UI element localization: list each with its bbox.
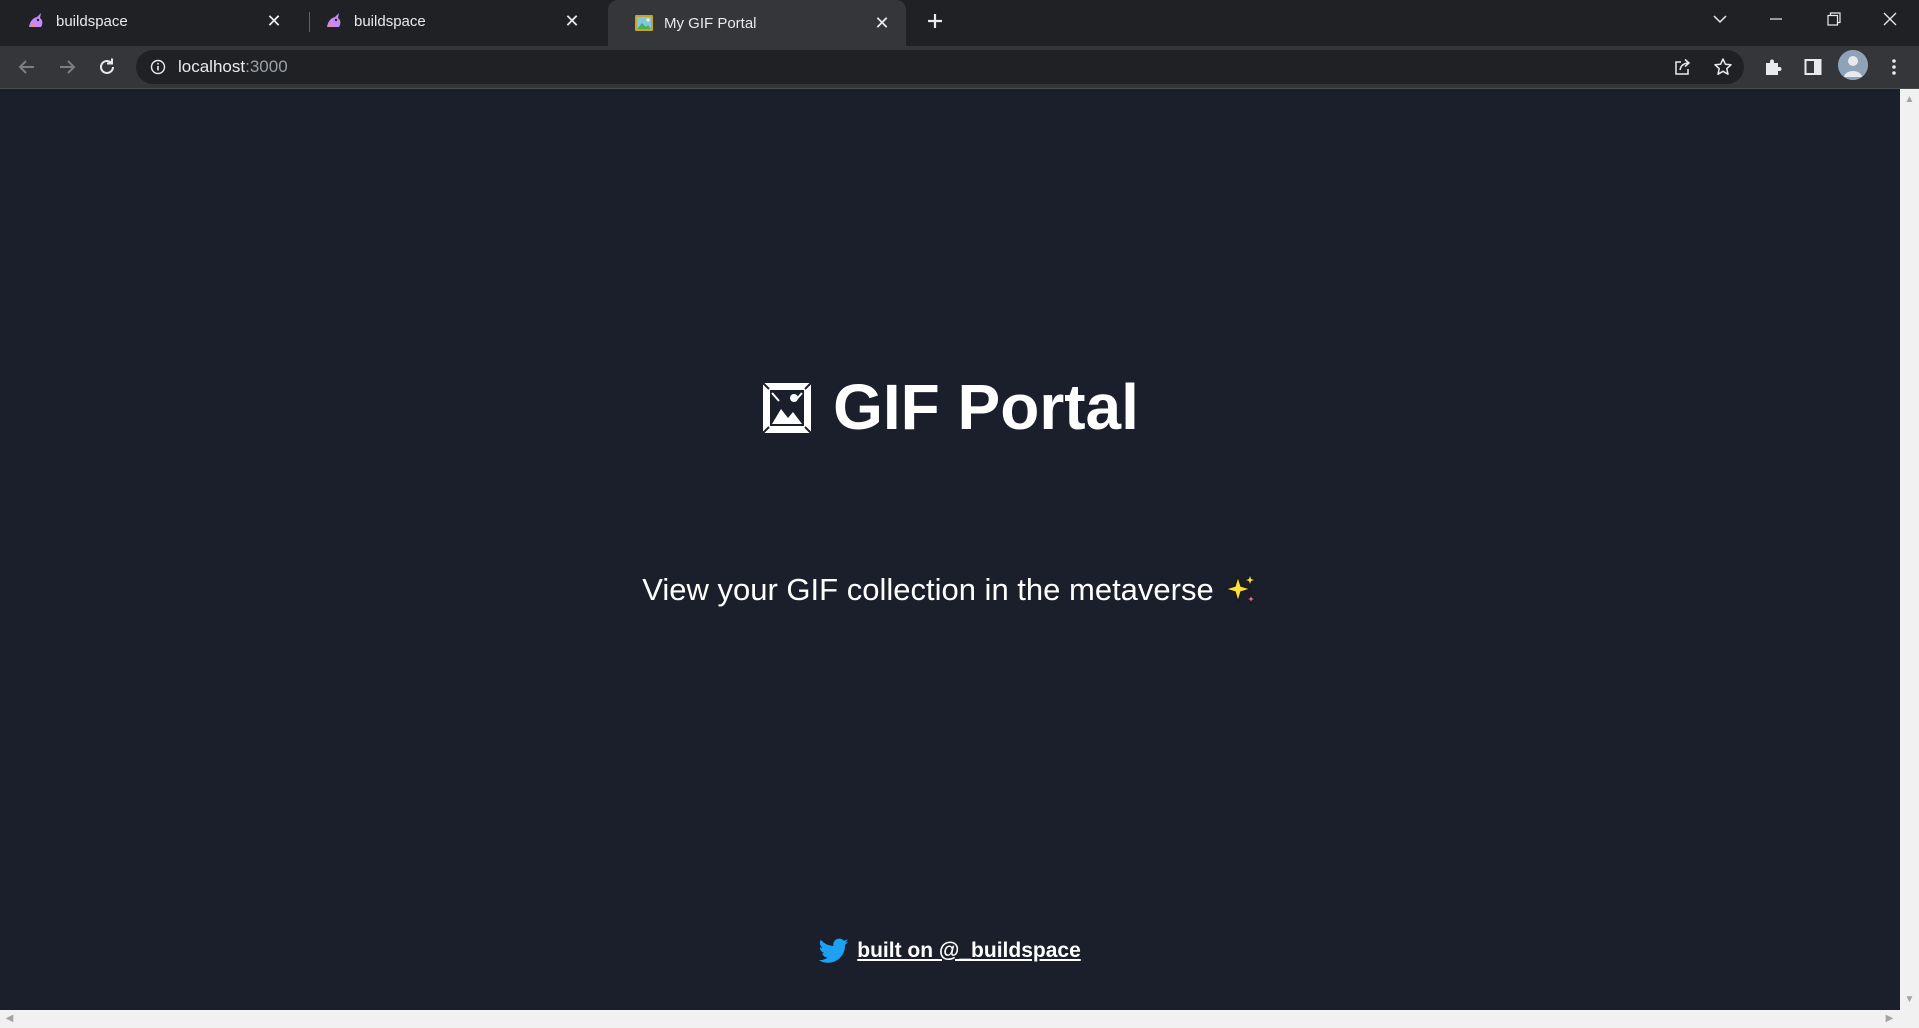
tab-title: buildspace	[354, 12, 426, 30]
close-tab-icon[interactable]: ✕	[562, 11, 582, 31]
page-subtitle: View your GIF collection in the metavers…	[642, 572, 1214, 607]
restore-button[interactable]	[1806, 0, 1862, 38]
unicorn-icon	[26, 11, 46, 31]
tab-strip: buildspace ✕ buildspace ✕ My GIF Portal …	[0, 0, 1919, 46]
info-icon[interactable]	[148, 57, 168, 77]
footer-twitter-link[interactable]: built on @_buildspace	[857, 939, 1081, 963]
chevron-down-icon	[1713, 15, 1727, 24]
vertical-scrollbar[interactable]: ▲ ▼	[1900, 89, 1919, 1010]
browser-window: buildspace ✕ buildspace ✕ My GIF Portal …	[0, 0, 1919, 1028]
restore-icon	[1827, 12, 1841, 26]
close-tab-icon[interactable]: ✕	[264, 11, 284, 31]
url-text: localhost:3000	[178, 57, 288, 77]
tab-my-gif-portal[interactable]: My GIF Portal ✕	[608, 0, 906, 46]
forward-button[interactable]	[51, 51, 83, 83]
tab-search-button[interactable]	[1692, 0, 1748, 38]
minimize-button[interactable]	[1748, 0, 1804, 38]
avatar-icon	[1838, 50, 1868, 80]
more-vert-icon	[1892, 59, 1896, 75]
arrow-left-icon	[18, 60, 34, 74]
horizontal-scrollbar[interactable]: ◀ ▶	[0, 1010, 1919, 1028]
plus-icon	[928, 14, 942, 28]
star-icon	[1714, 58, 1732, 75]
back-button[interactable]	[11, 51, 43, 83]
page-subtitle-row: View your GIF collection in the metavers…	[0, 572, 1900, 608]
bookmark-button[interactable]	[1707, 51, 1739, 83]
scroll-left-icon[interactable]: ◀	[1, 1010, 18, 1027]
close-tab-icon[interactable]: ✕	[872, 13, 892, 33]
scroll-down-icon[interactable]: ▼	[1901, 991, 1918, 1008]
side-panel-button[interactable]	[1797, 51, 1829, 83]
profile-avatar[interactable]	[1838, 50, 1868, 80]
framed-picture-icon	[634, 13, 654, 33]
tab-title: My GIF Portal	[664, 14, 757, 32]
sparkles-icon	[1223, 573, 1257, 605]
close-icon	[1883, 12, 1897, 26]
side-panel-icon	[1804, 59, 1822, 75]
close-window-button[interactable]	[1862, 0, 1918, 38]
tab-buildspace-1[interactable]: buildspace ✕	[0, 0, 298, 42]
framed-picture-icon	[762, 382, 812, 434]
browser-toolbar: localhost:3000	[0, 46, 1919, 89]
share-button[interactable]	[1667, 51, 1699, 83]
new-tab-button[interactable]	[920, 6, 950, 36]
arrow-right-icon	[60, 60, 76, 74]
url-host: localhost	[178, 57, 246, 76]
reload-icon	[100, 58, 114, 74]
url-port: :3000	[245, 57, 288, 76]
puzzle-icon	[1766, 59, 1782, 75]
reload-button[interactable]	[91, 51, 123, 83]
extensions-button[interactable]	[1757, 51, 1789, 83]
address-bar[interactable]: localhost:3000	[136, 50, 1744, 84]
unicorn-icon	[324, 11, 344, 31]
share-icon	[1675, 58, 1691, 75]
tab-title: buildspace	[56, 12, 128, 30]
page-header: GIF Portal	[0, 370, 1900, 444]
page-viewport	[0, 89, 1900, 1010]
page-title: GIF Portal	[833, 371, 1139, 443]
browser-menu-button[interactable]	[1878, 51, 1910, 83]
tab-buildspace-2[interactable]: buildspace ✕	[298, 0, 596, 42]
twitter-icon	[819, 938, 849, 963]
scroll-right-icon[interactable]: ▶	[1881, 1010, 1898, 1027]
page-footer: built on @_buildspace	[0, 938, 1900, 964]
minimize-icon	[1770, 18, 1782, 20]
scroll-up-icon[interactable]: ▲	[1901, 91, 1918, 108]
